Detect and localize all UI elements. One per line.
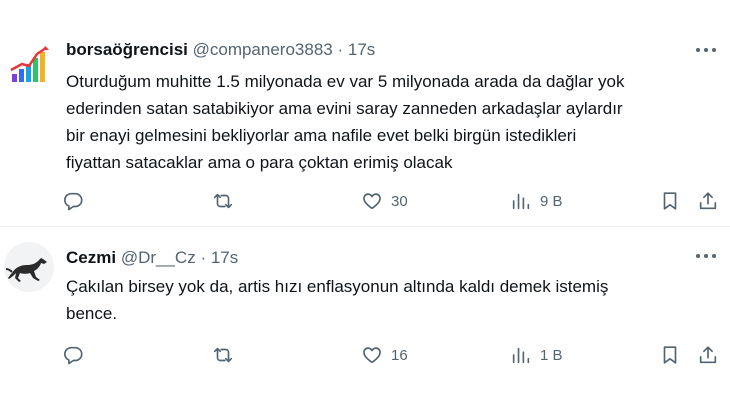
reply-icon bbox=[63, 192, 83, 211]
action-bar: 16 1 B bbox=[62, 341, 722, 369]
like-button[interactable]: 30 bbox=[361, 187, 408, 215]
views-button[interactable]: 9 B bbox=[510, 187, 563, 215]
display-name[interactable]: borsaöğrencisi bbox=[66, 40, 188, 59]
tweet-header: Cezmi @Dr__Cz · 17s bbox=[66, 247, 238, 269]
more-options-icon[interactable] bbox=[696, 47, 716, 53]
retweet-button[interactable] bbox=[212, 187, 242, 215]
display-name[interactable]: Cezmi bbox=[66, 248, 116, 267]
reply-button[interactable] bbox=[62, 341, 92, 369]
like-button[interactable]: 16 bbox=[361, 341, 408, 369]
timestamp[interactable]: 17s bbox=[211, 248, 238, 267]
retweet-icon bbox=[213, 193, 233, 209]
handle[interactable]: @Dr__Cz bbox=[121, 248, 196, 267]
bookmark-button[interactable] bbox=[659, 341, 681, 369]
tweet-text-line: fiyattan satacaklar ama o para çoktan er… bbox=[66, 153, 453, 172]
heart-icon bbox=[363, 347, 381, 364]
tweet-text-line: Oturduğum muhitte 1.5 milyonada ev var 5… bbox=[66, 72, 625, 91]
rising-chart-icon bbox=[10, 44, 50, 82]
reply-icon bbox=[63, 346, 83, 365]
views-button[interactable]: 1 B bbox=[510, 341, 563, 369]
views-count: 9 B bbox=[540, 192, 563, 210]
bookmark-icon bbox=[663, 192, 677, 210]
tweet-header: borsaöğrencisi @companero3883 · 17s bbox=[66, 39, 375, 61]
running-horse-icon bbox=[5, 258, 47, 282]
retweet-icon bbox=[213, 347, 233, 363]
views-icon bbox=[512, 347, 530, 364]
like-count: 16 bbox=[391, 346, 408, 364]
reply-button[interactable] bbox=[62, 187, 92, 215]
tweet-divider bbox=[0, 226, 730, 227]
tweet-text-line: bence. bbox=[66, 304, 118, 323]
separator: · bbox=[337, 40, 344, 59]
share-button[interactable] bbox=[697, 187, 719, 215]
tweet-text-line: ederinden satan satabikiyor ama evini sa… bbox=[66, 99, 623, 118]
heart-icon bbox=[363, 193, 381, 210]
tweet[interactable]: Cezmi @Dr__Cz · 17s Çakılan birsey yok d… bbox=[0, 228, 730, 420]
views-icon bbox=[512, 193, 530, 210]
timestamp[interactable]: 17s bbox=[348, 40, 375, 59]
tweet-text: Çakılan birsey yok da, artis hızı enflas… bbox=[66, 273, 716, 327]
share-icon bbox=[699, 346, 717, 364]
tweet-text-line: bir enayi gelmesini bekliyorlar ama nafi… bbox=[66, 126, 577, 145]
tweet-text-line: Çakılan birsey yok da, artis hızı enflas… bbox=[66, 277, 609, 296]
bookmark-button[interactable] bbox=[659, 187, 681, 215]
like-count: 30 bbox=[391, 192, 408, 210]
tweet-text: Oturduğum muhitte 1.5 milyonada ev var 5… bbox=[66, 68, 716, 176]
share-icon bbox=[699, 192, 717, 210]
avatar[interactable] bbox=[4, 242, 54, 292]
retweet-button[interactable] bbox=[212, 341, 242, 369]
tweet[interactable]: borsaöğrencisi @companero3883 · 17s Otur… bbox=[0, 0, 730, 226]
avatar[interactable] bbox=[4, 40, 54, 90]
separator: · bbox=[200, 248, 207, 267]
views-count: 1 B bbox=[540, 346, 563, 364]
share-button[interactable] bbox=[697, 341, 719, 369]
bookmark-icon bbox=[663, 346, 677, 364]
more-options-icon[interactable] bbox=[696, 253, 716, 259]
action-bar: 30 9 B bbox=[62, 187, 722, 215]
handle[interactable]: @companero3883 bbox=[193, 40, 333, 59]
